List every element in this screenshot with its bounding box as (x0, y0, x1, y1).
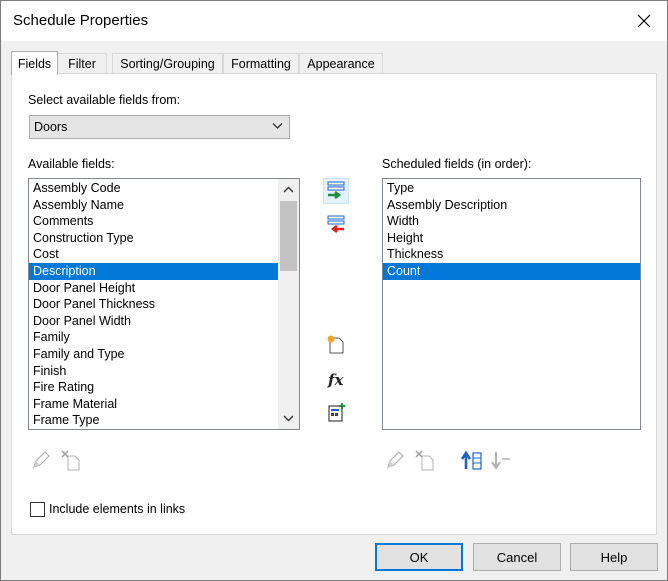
combine-parameters-button[interactable] (323, 399, 349, 425)
list-item[interactable]: Type (383, 180, 640, 197)
list-item[interactable]: Comments (29, 213, 279, 230)
combine-parameters-icon (328, 403, 345, 422)
tab-fields[interactable]: Fields (11, 51, 58, 75)
include-links-label: Include elements in links (49, 502, 186, 516)
list-item[interactable]: Family and Type (29, 346, 279, 363)
move-down-button[interactable] (489, 447, 515, 473)
add-parameter-icon (327, 181, 345, 199)
list-item[interactable]: Door Panel Height (29, 280, 279, 297)
move-up-button[interactable] (459, 447, 485, 473)
remove-parameter-button[interactable] (323, 212, 349, 238)
list-item[interactable]: Assembly Code (29, 180, 279, 197)
chevron-down-icon (272, 123, 283, 129)
ok-button[interactable]: OK (375, 543, 463, 571)
calculated-value-button[interactable]: fx (323, 366, 349, 392)
delete-parameter-icon (415, 450, 434, 471)
add-parameter-button[interactable] (323, 178, 349, 204)
cancel-button[interactable]: Cancel (473, 543, 561, 571)
tab-appearance[interactable]: Appearance (299, 53, 383, 74)
tab-sorting-grouping[interactable]: Sorting/Grouping (112, 53, 223, 74)
list-item[interactable]: Height (383, 230, 640, 247)
title-bar: Schedule Properties (1, 1, 667, 41)
scroll-thumb[interactable] (280, 201, 297, 271)
move-up-icon (460, 450, 482, 470)
category-dropdown-value: Doors (34, 120, 68, 134)
calculated-value-icon: fx (327, 371, 344, 389)
list-item[interactable]: Door Panel Thickness (29, 296, 279, 313)
list-item[interactable]: Construction Type (29, 230, 279, 247)
list-item[interactable]: Description (29, 262, 279, 280)
available-fields-scrollbar[interactable] (278, 179, 299, 429)
category-dropdown[interactable]: Doors (29, 115, 290, 139)
chevron-down-icon (283, 415, 294, 422)
list-item[interactable]: Width (383, 213, 640, 230)
available-fields-label: Available fields: (28, 157, 115, 171)
new-parameter-button[interactable] (323, 331, 349, 357)
close-icon (637, 14, 651, 28)
edit-pencil-icon (33, 451, 50, 468)
remove-parameter-icon (327, 215, 345, 233)
list-item[interactable]: Fire Rating (29, 379, 279, 396)
scroll-down-button[interactable] (278, 408, 299, 429)
help-button[interactable]: Help (570, 543, 658, 571)
close-button[interactable] (621, 1, 667, 41)
edit-parameter-button[interactable] (28, 447, 54, 473)
dialog-title: Schedule Properties (13, 12, 149, 29)
chevron-up-icon (283, 186, 294, 193)
include-links-checkbox[interactable] (30, 502, 45, 517)
list-item[interactable]: Door Panel Width (29, 313, 279, 330)
delete-parameter-icon (61, 450, 80, 471)
svg-text:fx: fx (327, 371, 344, 389)
available-fields-list[interactable]: Assembly Code Assembly Name Comments Constr… (28, 178, 300, 430)
move-down-icon (491, 452, 510, 470)
delete-scheduled-parameter-button[interactable] (412, 447, 438, 473)
list-item[interactable]: Family (29, 329, 279, 346)
list-item[interactable]: Frame Material (29, 396, 279, 413)
list-item[interactable]: Assembly Description (383, 197, 640, 214)
list-item[interactable]: Thickness (383, 246, 640, 263)
list-item[interactable]: Cost (29, 246, 279, 263)
delete-parameter-button[interactable] (58, 447, 84, 473)
list-item[interactable]: Finish (29, 363, 279, 380)
scroll-up-button[interactable] (278, 179, 299, 200)
tab-formatting[interactable]: Formatting (223, 53, 299, 74)
fields-panel: Select available fields from: Doors Avai… (11, 73, 657, 535)
select-from-label: Select available fields from: (28, 93, 181, 107)
new-parameter-icon (327, 335, 344, 354)
list-item[interactable]: Frame Type (29, 412, 279, 429)
list-item[interactable]: Count (383, 262, 640, 280)
scheduled-fields-label: Scheduled fields (in order): (382, 157, 532, 171)
list-item[interactable]: Assembly Name (29, 197, 279, 214)
tab-filter[interactable]: Filter (57, 53, 107, 74)
scheduled-fields-list[interactable]: Type Assembly Description Width Height Thick… (382, 178, 641, 430)
edit-pencil-icon (387, 451, 404, 468)
schedule-properties-dialog: Schedule Properties Fields Filter Sortin… (0, 0, 668, 581)
edit-scheduled-parameter-button[interactable] (382, 447, 408, 473)
tab-strip: Fields Filter Sorting/Grouping Formattin… (11, 51, 651, 75)
